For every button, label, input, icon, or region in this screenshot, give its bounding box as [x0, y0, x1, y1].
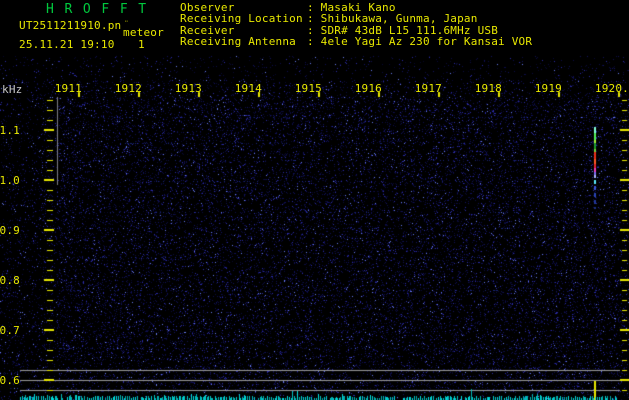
time-tick-label: 1920.	[594, 82, 629, 95]
info-separator: :	[307, 34, 321, 48]
datetime-label: 25.11.21 19:10	[19, 38, 115, 51]
time-tick-label: 1915	[294, 82, 322, 95]
filename-label: UT2511211910.pn	[19, 19, 122, 32]
info-label: Receiving Antenna	[180, 34, 296, 48]
time-tick-label: 1919	[534, 82, 562, 95]
image-count-label: 1	[138, 38, 145, 51]
frequency-tick-label: 0.6	[0, 374, 20, 387]
frequency-tick-label: 0.9	[0, 224, 20, 237]
info-value: 4ele Yagi Az 230 for Kansai VOR	[320, 34, 533, 48]
frequency-tick-label: 1.0	[0, 174, 20, 187]
frequency-tick-label: 1.1	[0, 124, 20, 137]
hrofft-screen: H R O F F T UT2511211910.pn ¨ meteor 25.…	[0, 0, 629, 400]
frequency-tick-label: 0.7	[0, 324, 20, 337]
time-tick-label: 1916	[354, 82, 382, 95]
time-tick-label: 1913	[174, 82, 202, 95]
time-tick-label: 1911	[54, 82, 82, 95]
spectrogram-canvas	[0, 0, 629, 400]
time-tick-label: 1914	[234, 82, 262, 95]
app-title: H R O F F T	[46, 2, 148, 17]
time-tick-label: 1917	[414, 82, 442, 95]
info-row: Receiving Antenna: 4ele Yagi Az 230 for …	[180, 34, 533, 48]
y-axis-unit-label: kHz	[2, 83, 23, 96]
info-label: Receiving Location	[180, 12, 303, 26]
time-tick-label: 1912	[114, 82, 142, 95]
time-tick-label: 1918	[474, 82, 502, 95]
observer-info-block: Observer: Masaki Kano Receiving Location:…	[180, 2, 532, 47]
frequency-tick-label: 0.8	[0, 274, 20, 287]
